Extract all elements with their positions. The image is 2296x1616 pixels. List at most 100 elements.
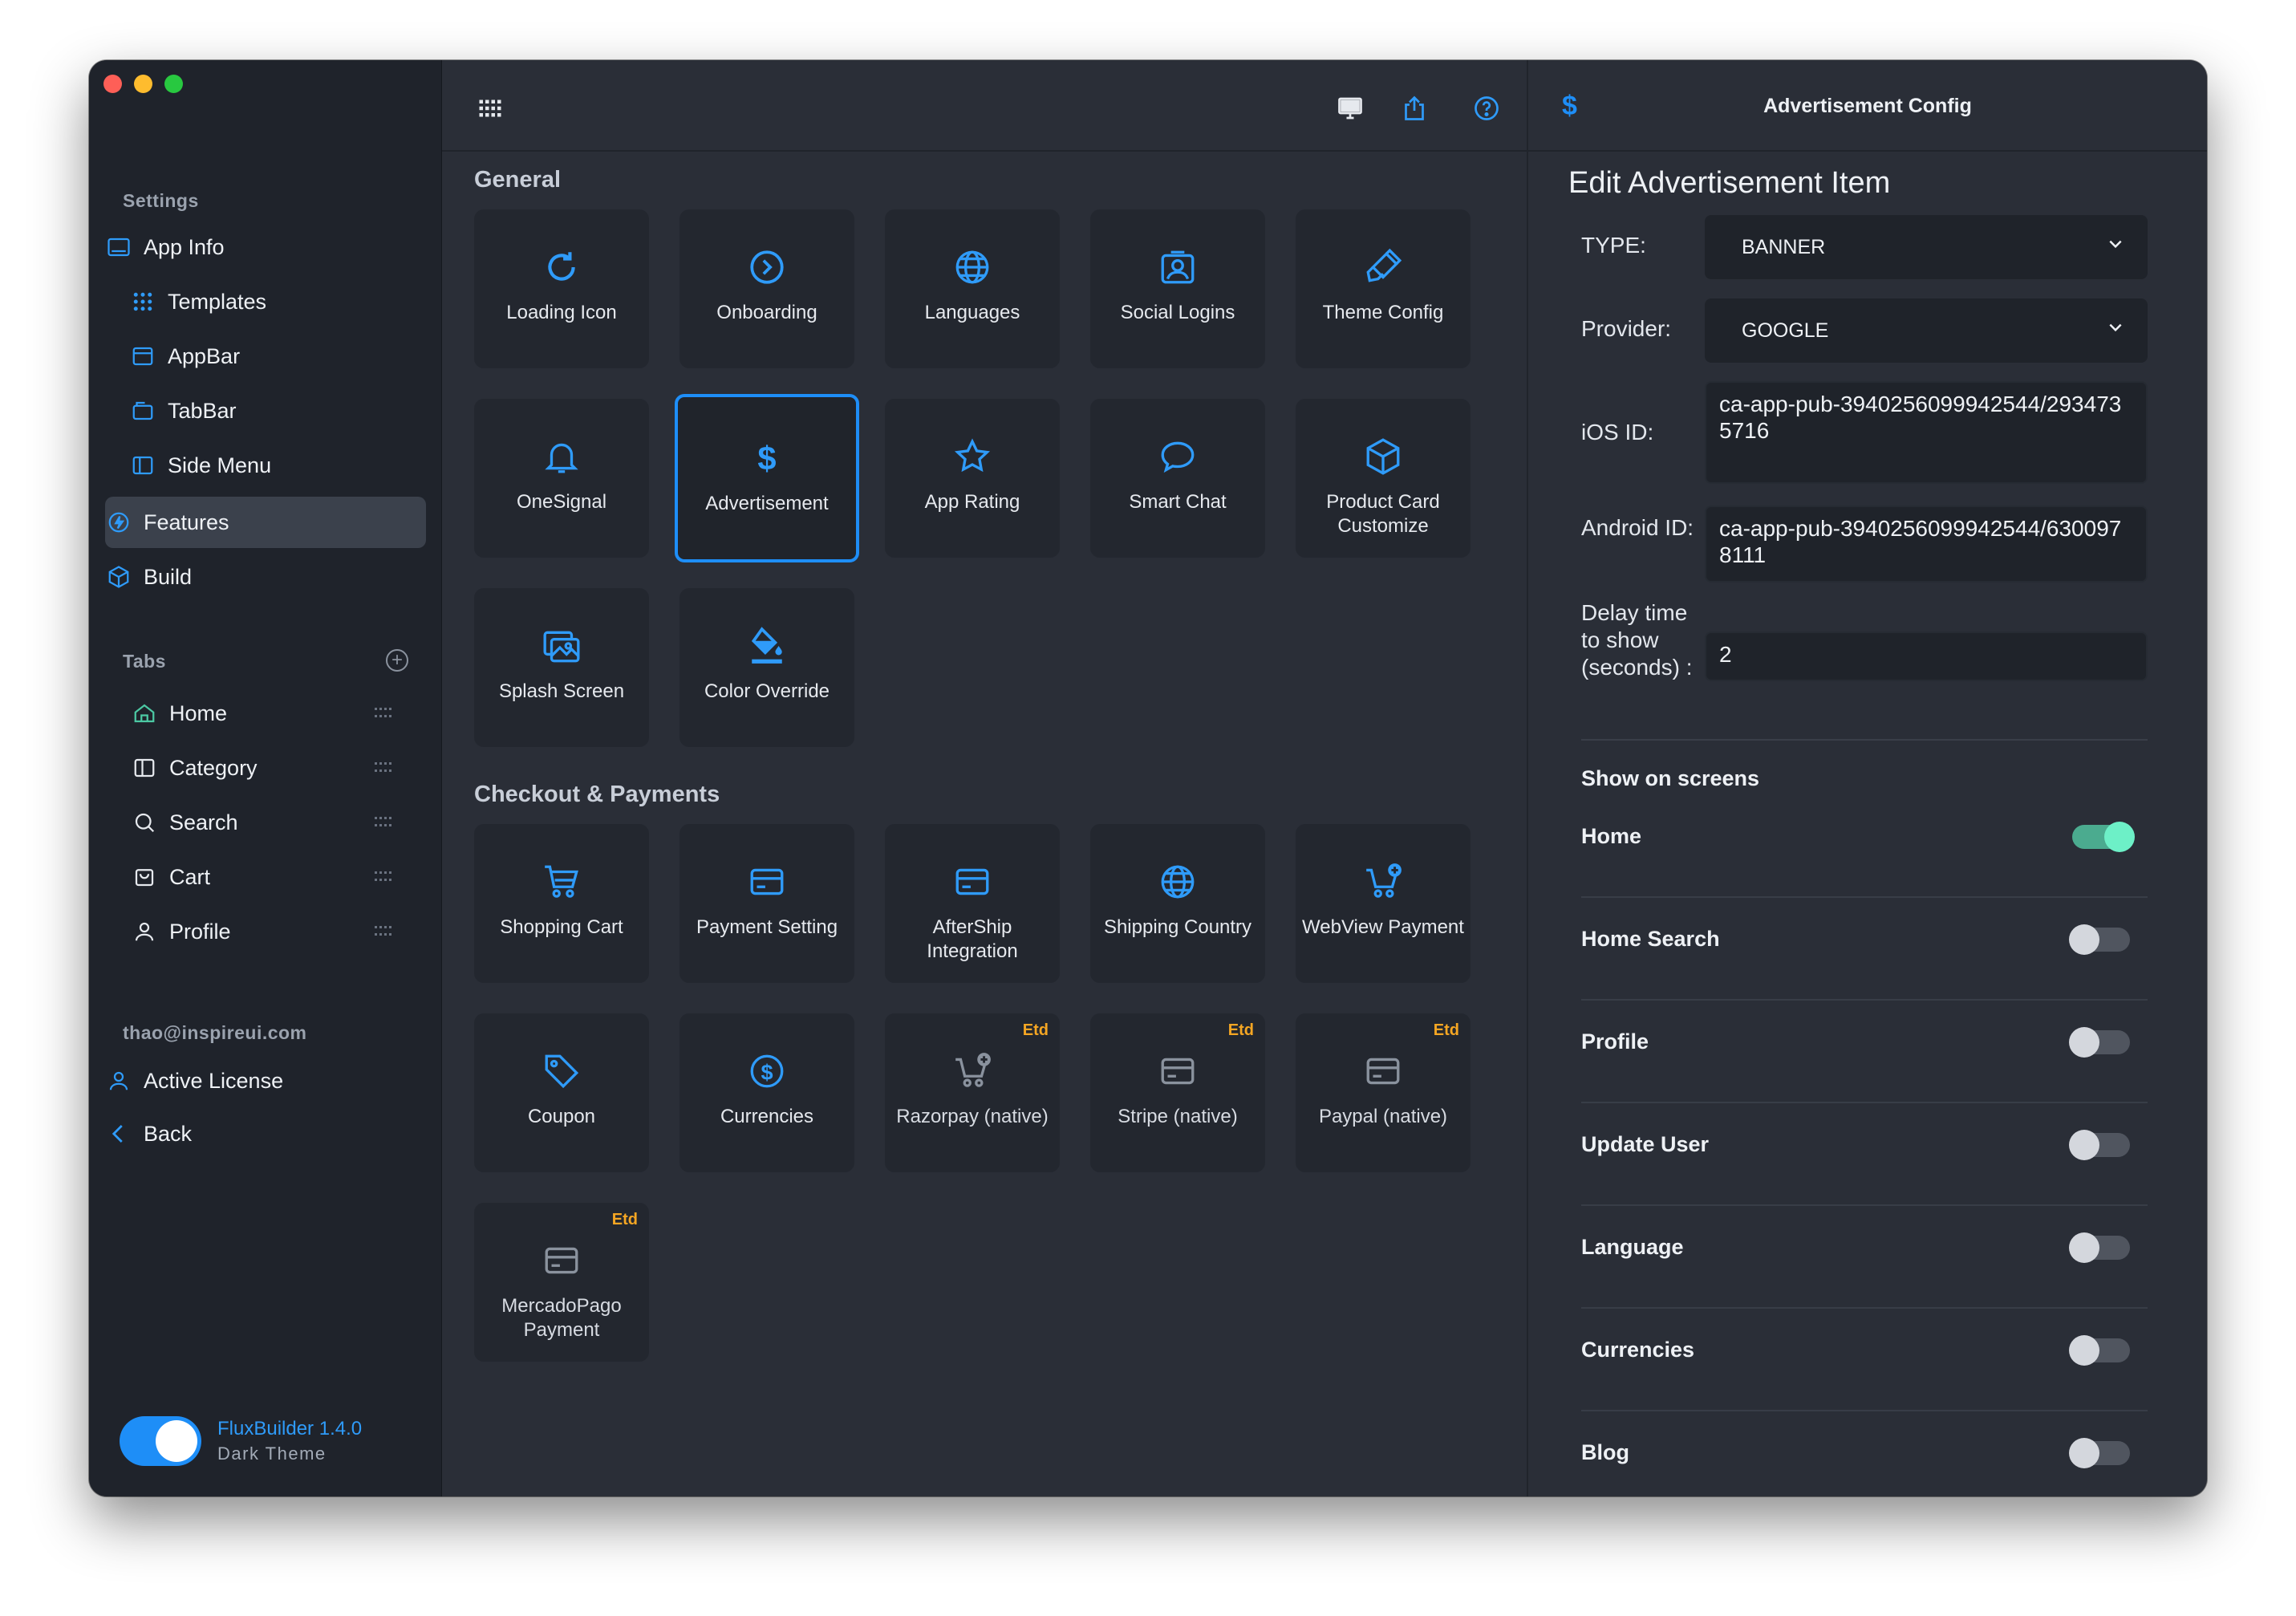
feature-card-paypal[interactable]: Etd Paypal (native)	[1296, 1013, 1470, 1172]
feature-card-advertisement[interactable]: $ Advertisement	[675, 394, 859, 562]
dark-theme-toggle[interactable]	[120, 1416, 201, 1466]
chevron-down-icon	[2109, 240, 2122, 249]
delay-time-field[interactable]: 2	[1705, 631, 2148, 681]
settings-section-label: Settings	[123, 190, 199, 211]
feature-card-mercadopago[interactable]: Etd MercadoPago Payment	[474, 1203, 649, 1362]
apps-grid-icon[interactable]	[474, 92, 506, 124]
feature-card-webview-payment[interactable]: WebView Payment	[1296, 824, 1470, 983]
screen-label: Blog	[1581, 1440, 1629, 1464]
screen-toggle-profile[interactable]	[2069, 1027, 2130, 1058]
feature-card-smart-chat[interactable]: Smart Chat	[1090, 399, 1265, 558]
screen-toggle-home-search[interactable]	[2069, 924, 2130, 955]
share-icon[interactable]	[1398, 92, 1430, 124]
feature-card-app-rating[interactable]: App Rating	[885, 399, 1060, 558]
screen-label: Language	[1581, 1235, 1684, 1259]
zoom-window-button[interactable]	[164, 75, 183, 93]
type-select[interactable]: BANNER	[1705, 215, 2148, 279]
tab-item-home[interactable]: Home	[131, 688, 426, 739]
tab-item-profile[interactable]: Profile	[131, 906, 426, 957]
feature-card-label: Onboarding	[716, 302, 817, 323]
tab-item-search[interactable]: Search	[131, 797, 426, 848]
drag-handle-icon[interactable]	[375, 817, 391, 828]
feature-card-label: Social Logins	[1120, 302, 1235, 323]
screen-toggle-update-user[interactable]	[2069, 1130, 2130, 1160]
license-icon	[105, 1067, 132, 1094]
feature-card-stripe[interactable]: Etd Stripe (native)	[1090, 1013, 1265, 1172]
feature-card-product-card-customize[interactable]: Product Card Customize	[1296, 399, 1470, 558]
add-tab-icon[interactable]: +	[386, 649, 408, 672]
credit-card-icon	[951, 861, 993, 903]
close-window-button[interactable]	[103, 75, 122, 93]
feature-card-label: Stripe (native)	[1118, 1106, 1238, 1127]
sidebar-item-label: Active License	[144, 1068, 284, 1093]
tab-item-label: Home	[169, 700, 228, 725]
sidebar-item-appbar[interactable]: AppBar	[129, 331, 426, 382]
cart-icon	[131, 863, 158, 891]
feature-card-label: Payment Setting	[696, 916, 838, 938]
drag-handle-icon[interactable]	[375, 926, 391, 937]
cart-icon	[541, 861, 582, 903]
sidebar-item-back[interactable]: Back	[105, 1108, 426, 1159]
show-on-screens-title: Show on screens	[1581, 766, 1760, 790]
feature-card-loading-icon[interactable]: Loading Icon	[474, 209, 649, 368]
feature-card-languages[interactable]: Languages	[885, 209, 1060, 368]
help-icon[interactable]	[1470, 92, 1503, 124]
feature-card-color-override[interactable]: Color Override	[679, 588, 854, 747]
back-icon	[105, 1120, 132, 1147]
feature-card-splash-screen[interactable]: Splash Screen	[474, 588, 649, 747]
feature-card-onesignal[interactable]: OneSignal	[474, 399, 649, 558]
paint-bucket-icon	[746, 625, 788, 667]
desktop-preview-icon[interactable]	[1334, 92, 1366, 124]
feature-card-currencies[interactable]: $ Currencies	[679, 1013, 854, 1172]
android-id-field[interactable]: ca-app-pub-3940256099942544/6300978111	[1705, 506, 2148, 583]
drag-handle-icon[interactable]	[375, 762, 391, 773]
feature-card-label: Languages	[924, 302, 1020, 323]
drag-handle-icon[interactable]	[375, 708, 391, 719]
feature-card-label: Advertisement	[705, 493, 829, 514]
etd-badge: Etd	[1433, 1021, 1459, 1039]
ios-id-field[interactable]: ca-app-pub-3940256099942544/2934735716	[1705, 381, 2148, 484]
sidebar-item-app-info[interactable]: App Info	[105, 221, 426, 273]
feature-card-social-logins[interactable]: Social Logins	[1090, 209, 1265, 368]
sidebar-item-features[interactable]: Features	[105, 497, 426, 548]
features-icon	[105, 509, 132, 536]
feature-card-coupon[interactable]: Coupon	[474, 1013, 649, 1172]
minimize-window-button[interactable]	[134, 75, 152, 93]
feature-card-shipping-country[interactable]: Shipping Country	[1090, 824, 1265, 983]
screen-toggle-language[interactable]	[2069, 1232, 2130, 1263]
tab-item-category[interactable]: Category	[131, 742, 426, 794]
screen-row-profile: Profile	[1581, 1001, 2148, 1103]
screen-row-currencies: Currencies	[1581, 1309, 2148, 1411]
globe-icon	[951, 246, 993, 288]
window-controls	[103, 75, 183, 93]
sidebar-item-templates[interactable]: Templates	[129, 276, 426, 327]
dollar-circle-icon: $	[746, 1050, 788, 1092]
panel-header: $ Advertisement Config	[1528, 60, 2207, 152]
feature-card-theme-config[interactable]: Theme Config	[1296, 209, 1470, 368]
sidebar-item-label: AppBar	[168, 343, 241, 368]
sidebar-item-active-license[interactable]: Active License	[105, 1055, 426, 1106]
feature-card-label: AfterShip Integration	[927, 916, 1018, 962]
drag-handle-icon[interactable]	[375, 871, 391, 883]
bell-icon	[541, 436, 582, 477]
feature-card-onboarding[interactable]: Onboarding	[679, 209, 854, 368]
sidebar-item-label: Build	[144, 564, 193, 589]
sidebar-item-label: Features	[144, 510, 229, 534]
tag-icon	[541, 1050, 582, 1092]
feature-card-shopping-cart[interactable]: Shopping Cart	[474, 824, 649, 983]
tabbar-icon	[129, 397, 156, 424]
sidebar-item-tabbar[interactable]: TabBar	[129, 385, 426, 436]
provider-select[interactable]: GOOGLE	[1705, 298, 2148, 363]
screen-toggle-blog[interactable]	[2069, 1438, 2130, 1468]
feature-card-payment-setting[interactable]: Payment Setting	[679, 824, 854, 983]
etd-badge: Etd	[611, 1211, 638, 1228]
screen-toggle-home[interactable]	[2072, 822, 2135, 852]
features-main: General Loading Icon Onboarding Language…	[442, 60, 1527, 1496]
tab-item-cart[interactable]: Cart	[131, 851, 426, 903]
feature-card-razorpay[interactable]: Etd Razorpay (native)	[885, 1013, 1060, 1172]
feature-card-aftership-integration[interactable]: AfterShip Integration	[885, 824, 1060, 983]
screen-toggle-currencies[interactable]	[2069, 1335, 2130, 1366]
screen-label: Home	[1581, 824, 1642, 848]
sidebar-item-build[interactable]: Build	[105, 551, 426, 603]
sidebar-item-side-menu[interactable]: Side Menu	[129, 440, 426, 491]
